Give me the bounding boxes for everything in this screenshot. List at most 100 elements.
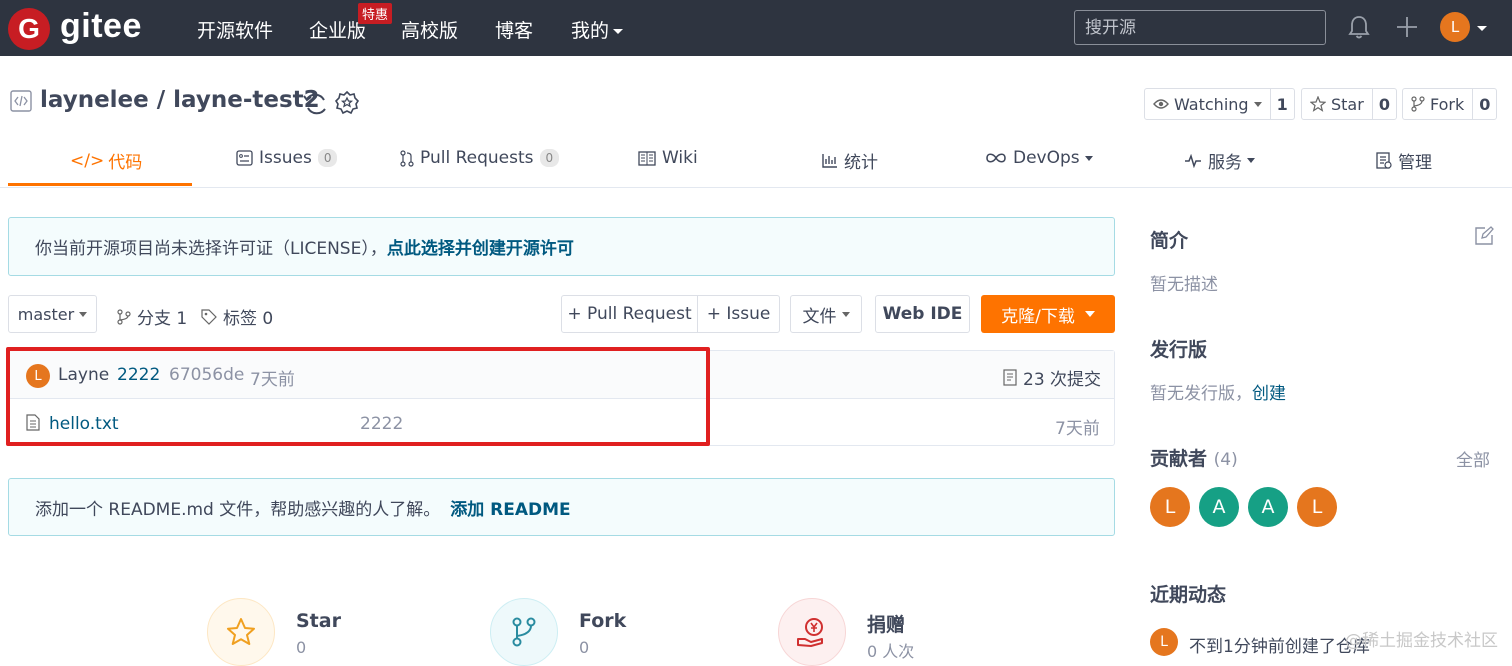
fork-stat-value: 0 <box>579 638 590 657</box>
fork-icon <box>512 617 536 647</box>
tag-icon <box>201 308 217 325</box>
nav-education[interactable]: 高校版 <box>401 16 458 43</box>
user-avatar[interactable]: L <box>1440 12 1470 42</box>
donate-icon <box>797 618 823 647</box>
web-ide-button[interactable]: Web IDE <box>875 295 970 333</box>
tags-link[interactable]: 标签 0 <box>201 304 273 329</box>
commit-count: 23 次提交 <box>1023 370 1102 390</box>
branch-icon <box>117 308 131 325</box>
tab-pull-requests[interactable]: Pull Requests 0 <box>400 148 560 168</box>
star-stat-value: 0 <box>296 638 307 657</box>
contributors-all-link[interactable]: 全部 <box>1456 446 1490 471</box>
tab-wiki[interactable]: Wiki <box>638 148 698 168</box>
contributor-avatar[interactable]: A <box>1199 487 1239 527</box>
commits-icon <box>1003 369 1017 386</box>
active-tab-indicator <box>8 183 192 186</box>
search-input[interactable] <box>1074 10 1326 45</box>
repo-tabs: </> 代码 Issues 0 Pull Requests 0 Wiki 统计 Dev… <box>0 140 1512 188</box>
intro-text: 暂无描述 <box>1150 275 1218 295</box>
tab-stats[interactable]: 统计 <box>822 148 878 173</box>
watch-button[interactable]: Watching <box>1145 89 1271 119</box>
clone-download-button[interactable]: 克隆/下载 <box>981 295 1115 333</box>
tab-manage-label: 管理 <box>1398 153 1432 173</box>
branch-name: master <box>17 304 75 324</box>
star-button-group[interactable]: Star 0 <box>1301 88 1397 120</box>
sync-icon[interactable] <box>302 90 330 118</box>
tab-issues-label: Issues <box>259 148 312 168</box>
activity-text: 不到1分钟前创建了仓库 <box>1189 637 1370 657</box>
brand-name: gitee <box>60 6 142 45</box>
chevron-down-icon <box>1247 158 1255 163</box>
chevron-down-icon <box>841 311 850 317</box>
star-count[interactable]: 0 <box>1373 89 1396 119</box>
add-readme-link[interactable]: 添加 README <box>450 495 570 520</box>
watch-count[interactable]: 1 <box>1271 89 1294 119</box>
edit-icon[interactable] <box>1474 226 1494 246</box>
star-stat-label: Star <box>296 610 341 632</box>
clone-label: 克隆/下载 <box>1001 306 1075 327</box>
contributors-heading: 贡献者 (4) <box>1150 444 1238 471</box>
star-icon <box>1310 96 1326 112</box>
star-button[interactable]: Star <box>1302 89 1373 119</box>
fork-button[interactable]: Fork <box>1403 89 1474 119</box>
contributor-avatar[interactable]: L <box>1150 487 1190 527</box>
watermark: @稀土掘金技术社区 <box>1345 631 1498 651</box>
tab-service[interactable]: 服务 <box>1184 148 1255 173</box>
chevron-down-icon <box>1084 311 1095 317</box>
tab-code-label: 代码 <box>108 153 143 173</box>
fork-stat-icon[interactable] <box>490 598 558 666</box>
create-release-link[interactable]: 创建 <box>1252 384 1286 404</box>
tab-devops[interactable]: DevOps <box>985 148 1093 168</box>
bar-chart-icon <box>822 154 837 168</box>
tab-stats-label: 统计 <box>844 153 878 173</box>
file-time: 7天前 <box>1055 419 1100 439</box>
tab-issues[interactable]: Issues 0 <box>236 148 338 168</box>
code-icon: </> <box>70 150 105 171</box>
repo-title[interactable]: laynelee / layne-test2 <box>40 87 320 113</box>
fork-stat-label: Fork <box>579 610 627 632</box>
nav-open-source[interactable]: 开源软件 <box>197 16 273 43</box>
award-icon[interactable] <box>334 90 360 118</box>
fork-button-group[interactable]: Fork 0 <box>1402 88 1498 120</box>
issues-count-badge: 0 <box>317 149 338 167</box>
commit-count-link[interactable]: 23 次提交 <box>1003 365 1101 390</box>
star-stat-icon[interactable] <box>207 598 275 666</box>
file-menu-label: 文件 <box>802 306 837 327</box>
plus-icon[interactable] <box>1395 14 1419 40</box>
watch-button-group[interactable]: Watching 1 <box>1144 88 1295 120</box>
create-license-link[interactable]: 点此选择并创建开源许可 <box>387 234 574 259</box>
bell-icon[interactable] <box>1347 14 1371 40</box>
nav-mine[interactable]: 我的 <box>571 16 624 43</box>
license-notice-text: 你当前开源项目尚未选择许可证（LICENSE）， <box>35 239 387 259</box>
tab-code[interactable]: </> 代码 <box>70 148 143 174</box>
donate-stat-label: 捐赠 <box>867 614 906 636</box>
activity-avatar[interactable]: L <box>1150 628 1178 656</box>
chevron-down-icon <box>613 29 624 34</box>
tab-manage[interactable]: 管理 <box>1376 148 1432 173</box>
contributor-avatar[interactable]: L <box>1297 487 1337 527</box>
star-icon <box>227 618 255 645</box>
new-pull-request-button[interactable]: + Pull Request <box>561 295 698 333</box>
fork-count[interactable]: 0 <box>1473 89 1496 119</box>
gitee-logo[interactable]: G gitee <box>8 6 142 50</box>
chevron-down-icon <box>79 311 88 317</box>
branches-link[interactable]: 分支 1 <box>117 304 187 329</box>
promo-badge: 特惠 <box>358 3 393 24</box>
tab-pulls-label: Pull Requests <box>420 148 534 168</box>
release-heading: 发行版 <box>1150 339 1208 361</box>
file-menu-button[interactable]: 文件 <box>790 295 862 333</box>
new-issue-button[interactable]: + Issue <box>697 295 780 333</box>
donate-stat-icon[interactable] <box>778 598 846 666</box>
branch-select[interactable]: master <box>8 295 97 333</box>
activity-heading: 近期动态 <box>1150 584 1227 606</box>
nav-blog[interactable]: 博客 <box>495 16 533 43</box>
contributors-title: 贡献者 <box>1150 448 1208 470</box>
infinity-icon <box>986 153 1006 163</box>
release-text: 暂无发行版，创建 <box>1150 379 1286 404</box>
code-repo-icon <box>10 90 32 112</box>
tab-service-label: 服务 <box>1208 153 1242 173</box>
gitee-logo-icon: G <box>8 8 50 50</box>
chevron-down-icon[interactable] <box>1477 26 1487 31</box>
tab-devops-label: DevOps <box>1013 148 1080 168</box>
contributor-avatar[interactable]: A <box>1248 487 1288 527</box>
